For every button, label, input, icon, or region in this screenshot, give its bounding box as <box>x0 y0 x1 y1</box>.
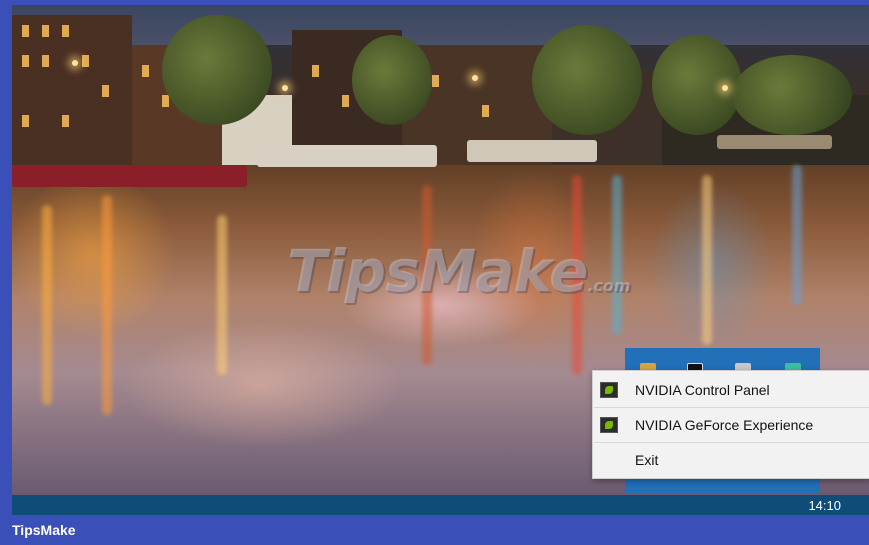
lit-window <box>482 105 489 117</box>
lit-window <box>62 25 69 37</box>
water-reflection <box>102 195 112 415</box>
water-reflection <box>42 205 52 405</box>
wallpaper-sky <box>12 5 869 45</box>
wallpaper-tree <box>352 35 432 125</box>
lit-window <box>22 115 29 127</box>
street-lamp <box>472 75 478 81</box>
menu-item-nvidia-geforce-experience[interactable]: NVIDIA GeForce Experience <box>593 408 869 442</box>
water-reflection <box>217 215 227 375</box>
menu-item-exit[interactable]: Exit <box>593 443 869 477</box>
lit-window <box>42 55 49 67</box>
lit-window <box>312 65 319 77</box>
lit-window <box>22 55 29 67</box>
lit-window <box>432 75 439 87</box>
taskbar: 14:10 <box>12 495 869 515</box>
nvidia-icon <box>600 382 618 398</box>
water-reflection <box>792 165 802 305</box>
wallpaper-boat <box>257 145 437 167</box>
lit-window <box>62 115 69 127</box>
lit-window <box>22 25 29 37</box>
wallpaper-tree <box>732 55 852 135</box>
lit-window <box>102 85 109 97</box>
lit-window <box>142 65 149 77</box>
wallpaper-boat <box>717 135 832 149</box>
footer-bar: TipsMake <box>0 515 869 545</box>
wallpaper-boat <box>12 165 247 187</box>
street-lamp <box>72 60 78 66</box>
wallpaper-tree <box>532 25 642 135</box>
taskbar-clock[interactable]: 14:10 <box>808 498 841 513</box>
menu-item-nvidia-control-panel[interactable]: NVIDIA Control Panel <box>593 373 869 407</box>
lit-window <box>342 95 349 107</box>
menu-item-label: Exit <box>635 452 659 468</box>
lit-window <box>162 95 169 107</box>
menu-item-label: NVIDIA Control Panel <box>635 382 770 398</box>
context-menu: NVIDIA Control Panel NVIDIA GeForce Expe… <box>592 370 869 479</box>
street-lamp <box>722 85 728 91</box>
wallpaper-tree <box>162 15 272 125</box>
footer-brand: TipsMake <box>12 522 76 538</box>
lit-window <box>82 55 89 67</box>
wallpaper-tree <box>652 35 742 135</box>
lit-window <box>42 25 49 37</box>
nvidia-icon <box>600 417 618 433</box>
wallpaper-boat <box>467 140 597 162</box>
water-reflection <box>702 175 712 345</box>
street-lamp <box>282 85 288 91</box>
menu-item-label: NVIDIA GeForce Experience <box>635 417 814 433</box>
wallpaper-building <box>12 15 132 165</box>
watermark-logo: TipsMake.com <box>287 237 631 305</box>
